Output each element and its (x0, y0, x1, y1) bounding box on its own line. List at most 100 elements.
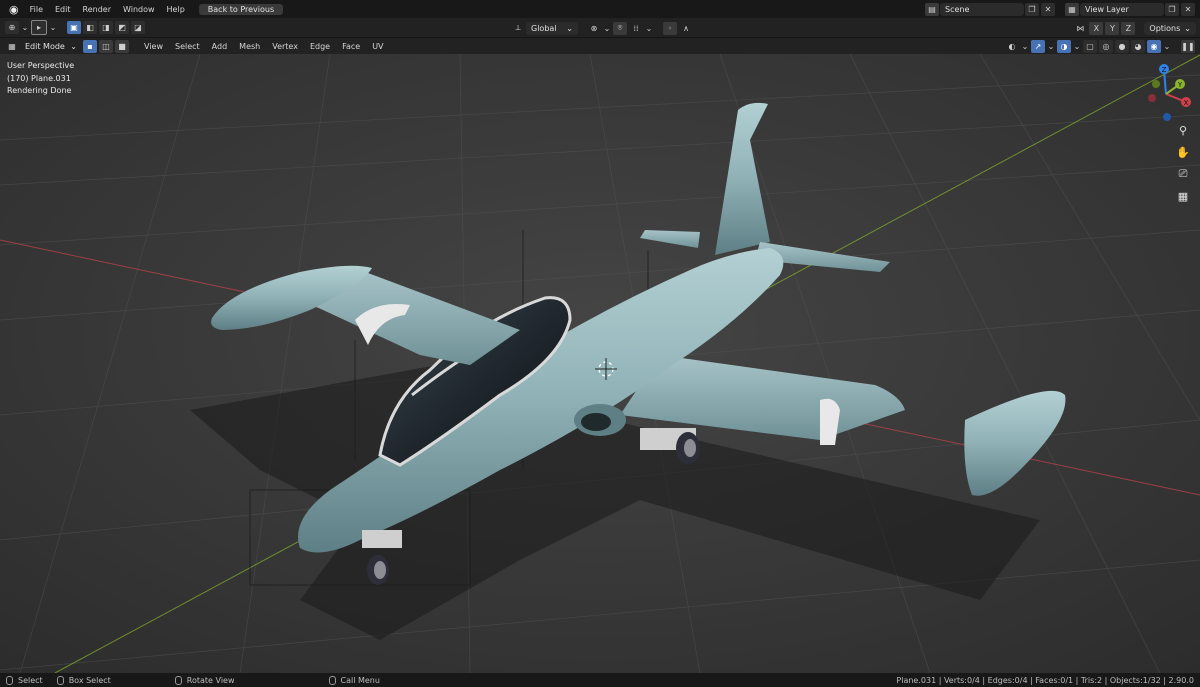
active-object-label: (170) Plane.031 (7, 73, 71, 83)
mirror-y-toggle[interactable]: Y (1105, 21, 1120, 35)
menu-render[interactable]: Render (77, 5, 117, 14)
new-view-layer-icon[interactable]: ❐ (1165, 2, 1179, 16)
shading-material-icon[interactable]: ◕ (1131, 39, 1145, 53)
pivot-chevron-icon[interactable]: ⌄ (603, 22, 611, 35)
mode-chevron-icon: ⌄ (70, 41, 77, 51)
menu-add[interactable]: Add (206, 42, 234, 51)
edit-mode-header: ▦ Edit Mode ⌄ ▪ ◫ ■ View Select Add Mesh… (0, 38, 1200, 54)
scene-field[interactable]: Scene (940, 2, 1024, 16)
viewport-scene (0, 54, 1200, 673)
gizmo-neg-z-axis[interactable] (1163, 113, 1171, 121)
options-chevron-icon: ⌄ (1184, 23, 1191, 33)
header-center-tools: ⟂ Global ⌄ ⊗ ⌄ ⌾ ⁞⁞ ⌄ ◦ ∧ (510, 20, 694, 36)
view-layer-field[interactable]: View Layer (1080, 2, 1164, 16)
menu-edit[interactable]: Edit (49, 5, 77, 14)
status-call-menu: Call Menu (328, 675, 380, 685)
gizmo-neg-y-axis[interactable] (1152, 80, 1160, 88)
remove-view-layer-icon[interactable]: ✕ (1181, 2, 1195, 16)
3d-viewport[interactable]: User Perspective (170) Plane.031 Renderi… (0, 54, 1200, 673)
mode-dropdown[interactable]: Edit Mode ⌄ (20, 40, 82, 53)
status-box-select-label: Box Select (68, 675, 111, 685)
menu-file[interactable]: File (24, 5, 49, 14)
back-to-previous-button[interactable]: Back to Previous (198, 3, 284, 15)
mouse-middle-icon (174, 675, 182, 685)
mirror-z-toggle[interactable]: Z (1121, 21, 1136, 35)
overlays-chevron-icon[interactable]: ⌄ (1073, 40, 1081, 53)
zoom-icon[interactable]: ⚲ (1173, 120, 1193, 140)
edit-mode-icon: ▦ (8, 41, 16, 51)
view-layer-name: View Layer (1085, 4, 1129, 14)
mouse-drag-icon (56, 675, 64, 685)
gizmo-neg-x-axis[interactable] (1148, 94, 1156, 102)
overlay-chevron-icon[interactable]: ⌄ (1021, 40, 1029, 53)
select-subtract-icon[interactable]: ◨ (99, 21, 113, 34)
options-label: Options (1149, 23, 1181, 33)
shading-wireframe-icon[interactable]: ◎ (1099, 39, 1113, 53)
status-rotate-view: Rotate View (174, 675, 235, 685)
new-scene-icon[interactable]: ❐ (1025, 2, 1039, 16)
transform-orientation-dropdown[interactable]: Global ⌄ (526, 21, 578, 35)
overlays-toggle-icon[interactable]: ◑ (1057, 39, 1071, 53)
shading-rendered-icon[interactable]: ◉ (1147, 39, 1161, 53)
shading-chevron-icon[interactable]: ⌄ (1163, 40, 1171, 53)
menu-select[interactable]: Select (169, 42, 206, 51)
menu-window[interactable]: Window (117, 5, 161, 14)
transform-orientation-label: Global (531, 23, 557, 33)
status-bar: Select Box Select Rotate View Call Menu … (0, 673, 1200, 687)
status-rotate-view-label: Rotate View (186, 675, 235, 685)
scene-statistics: Plane.031 | Verts:0/4 | Edges:0/4 | Face… (896, 675, 1194, 685)
navigation-gizmo[interactable]: Z X Y (1134, 62, 1198, 126)
view-layer-icon[interactable]: ▦ (1065, 2, 1079, 16)
proportional-edit-icon[interactable]: ◦ (663, 21, 677, 35)
status-select: Select (6, 675, 43, 685)
select-extend-icon[interactable]: ◧ (83, 21, 97, 34)
menu-vertex[interactable]: Vertex (266, 42, 304, 51)
pivot-point-icon[interactable]: ⊗ (587, 22, 601, 35)
snap-element-icon[interactable]: ⁞⁞ (629, 22, 643, 35)
overlay-visibility-icon[interactable]: ◐ (1005, 40, 1019, 53)
viewport-info-overlay: User Perspective (170) Plane.031 Renderi… (7, 60, 74, 98)
gizmo-y-label: Y (1177, 81, 1183, 89)
snap-chevron-icon[interactable]: ⌄ (645, 22, 653, 35)
menu-view[interactable]: View (138, 42, 169, 51)
xray-toggle-icon[interactable]: ▢ (1083, 39, 1097, 53)
gizmo-toggle-icon[interactable]: ↗ (1031, 39, 1045, 53)
menu-face[interactable]: Face (336, 42, 366, 51)
top-bar: ◉ File Edit Render Window Help Back to P… (0, 0, 1200, 18)
mode-label: Edit Mode (25, 41, 65, 51)
status-box-select: Box Select (56, 675, 111, 685)
mouse-right-icon (328, 675, 336, 685)
menu-help[interactable]: Help (161, 5, 191, 14)
proportional-falloff-icon[interactable]: ∧ (679, 22, 693, 35)
mirror-x-toggle[interactable]: X (1089, 21, 1104, 35)
pan-hand-icon[interactable]: ✋ (1173, 142, 1193, 162)
snap-toggle-icon[interactable]: ⌾ (613, 21, 627, 35)
face-select-icon[interactable]: ■ (115, 39, 129, 53)
select-tool-icon[interactable]: ▸ (31, 20, 47, 35)
remove-scene-icon[interactable]: ✕ (1041, 2, 1055, 16)
pause-render-icon[interactable]: ❚❚ (1181, 39, 1195, 53)
shading-solid-icon[interactable]: ● (1115, 39, 1129, 53)
menu-uv[interactable]: UV (366, 42, 389, 51)
select-mode-chevron-icon[interactable]: ⌄ (49, 21, 57, 34)
editor-type-icon[interactable]: ⊕ (5, 21, 19, 34)
edge-select-icon[interactable]: ◫ (99, 39, 113, 53)
editor-type-chevron-icon[interactable]: ⌄ (21, 21, 29, 34)
select-invert-icon[interactable]: ◩ (115, 21, 129, 34)
menu-mesh[interactable]: Mesh (233, 42, 266, 51)
vertex-select-icon[interactable]: ▪ (83, 39, 97, 53)
gizmo-chevron-icon[interactable]: ⌄ (1047, 40, 1055, 53)
options-dropdown[interactable]: Options ⌄ (1144, 21, 1196, 35)
camera-view-icon[interactable]: ⎚ (1173, 164, 1193, 184)
perspective-toggle-icon[interactable]: ▦ (1173, 186, 1193, 206)
scene-icon[interactable]: ▤ (925, 2, 939, 16)
select-intersect-icon[interactable]: ◪ (131, 21, 145, 34)
blender-logo-icon[interactable]: ◉ (4, 3, 24, 16)
menu-edge[interactable]: Edge (304, 42, 336, 51)
view-name-label: User Perspective (7, 61, 75, 70)
mirror-icon: ⋈ (1076, 23, 1085, 33)
scene-name: Scene (945, 4, 970, 14)
gizmo-z-label: Z (1162, 66, 1167, 74)
engine-intake-hole (581, 413, 611, 431)
select-new-icon[interactable]: ▣ (67, 21, 81, 34)
